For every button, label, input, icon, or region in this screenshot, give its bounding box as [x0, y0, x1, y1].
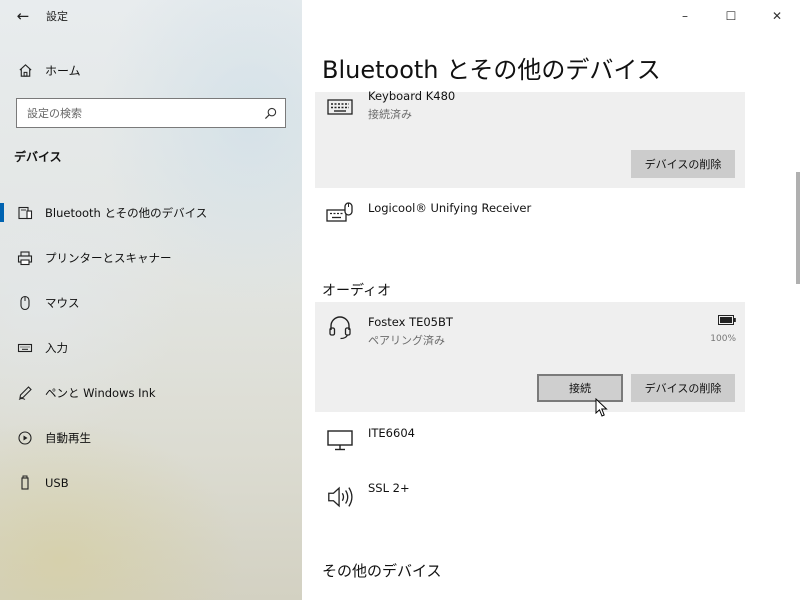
battery-percent: 100% [710, 334, 736, 344]
remove-device-button[interactable]: デバイスの削除 [631, 150, 735, 178]
device-card-fostex-te05bt[interactable]: Fostex TE05BT ペアリング済み 100% 接続 デバイスの削除 [315, 302, 745, 412]
speaker-icon [326, 483, 354, 511]
keyboard-mouse-icon [326, 199, 354, 227]
window-controls: – ☐ ✕ [662, 0, 800, 32]
autoplay-icon [17, 430, 33, 446]
close-button[interactable]: ✕ [754, 0, 800, 32]
headset-icon [326, 313, 354, 341]
sidebar-item-label: マウス [45, 295, 80, 310]
page-title: Bluetooth とその他のデバイス [322, 56, 661, 84]
other-devices-group-title: その他のデバイス [322, 562, 442, 580]
device-row-logicool-receiver[interactable]: Logicool® Unifying Receiver [315, 195, 745, 255]
device-name: Keyboard K480 [368, 89, 456, 103]
sidebar-item-label: USB [45, 475, 69, 490]
search-icon[interactable] [263, 106, 277, 120]
sidebar-item-label: Bluetooth とその他のデバイス [45, 205, 208, 220]
keyboard-icon [326, 93, 354, 121]
search-box[interactable] [16, 98, 286, 128]
battery-indicator: 100% [710, 315, 736, 344]
usb-icon [17, 475, 33, 491]
back-arrow-icon: ← [16, 7, 30, 25]
device-icon [326, 592, 354, 600]
sidebar-item-usb[interactable]: USB [0, 460, 302, 505]
keyboard-icon [17, 340, 33, 356]
home-icon [17, 62, 33, 78]
device-name: Fostex TE05BT [368, 315, 453, 329]
remove-device-button[interactable]: デバイスの削除 [631, 374, 735, 402]
sidebar-item-mouse[interactable]: マウス [0, 280, 302, 325]
pen-icon [17, 385, 33, 401]
sidebar-item-printers[interactable]: プリンターとスキャナー [0, 235, 302, 280]
sidebar-item-label: 自動再生 [45, 430, 91, 445]
device-name: ITE6604 [368, 426, 415, 440]
sidebar-item-input[interactable]: 入力 [0, 325, 302, 370]
battery-icon [718, 315, 736, 325]
close-icon: ✕ [771, 9, 783, 23]
sidebar-item-label: プリンターとスキャナー [45, 250, 172, 265]
nav-home-label: ホーム [45, 63, 81, 78]
device-card-keyboard-k480[interactable]: Keyboard K480 接続済み デバイスの削除 [315, 89, 745, 188]
sidebar-item-pen[interactable]: ペンと Windows Ink [0, 370, 302, 415]
nav-list: Bluetooth とその他のデバイス プリンターとスキャナー マウス 入力 ペ… [0, 190, 302, 505]
monitor-icon [326, 426, 354, 454]
sidebar: ← 設定 ホーム デバイス Bluetooth とその他のデバイス プリンターと… [0, 0, 302, 600]
sidebar-item-label: 入力 [45, 340, 68, 355]
sidebar-item-label: ペンと Windows Ink [45, 385, 156, 400]
device-row-ite6604[interactable]: ITE6604 [315, 420, 745, 480]
connect-button[interactable]: 接続 [537, 374, 623, 402]
back-button[interactable]: ← [0, 0, 46, 32]
device-row-ssl-2plus[interactable]: SSL 2+ [315, 475, 745, 535]
device-name: SSL 2+ [368, 481, 410, 495]
minimize-button[interactable]: – [662, 0, 708, 32]
device-status: 接続済み [368, 108, 412, 121]
nav-home[interactable]: ホーム [0, 56, 302, 84]
device-name: Logicool® Unifying Receiver [368, 201, 532, 215]
device-row-partial [302, 592, 800, 600]
search-input[interactable] [27, 106, 247, 120]
minimize-icon: – [682, 9, 688, 23]
sidebar-item-bluetooth[interactable]: Bluetooth とその他のデバイス [0, 190, 302, 235]
device-status: ペアリング済み [368, 334, 445, 347]
maximize-button[interactable]: ☐ [708, 0, 754, 32]
audio-group-title: オーディオ [322, 283, 392, 299]
maximize-icon: ☐ [725, 9, 737, 23]
app-title: 設定 [46, 10, 68, 23]
sidebar-item-autoplay[interactable]: 自動再生 [0, 415, 302, 460]
mouse-icon [17, 295, 33, 311]
section-title: デバイス [14, 150, 62, 164]
content-pane: – ☐ ✕ Bluetooth とその他のデバイス Keyboard K480 … [302, 0, 800, 600]
printer-icon [17, 250, 33, 266]
title-bar: ← 設定 [0, 0, 302, 32]
bluetooth-devices-icon [17, 205, 33, 221]
scrollbar-thumb[interactable] [796, 172, 800, 284]
